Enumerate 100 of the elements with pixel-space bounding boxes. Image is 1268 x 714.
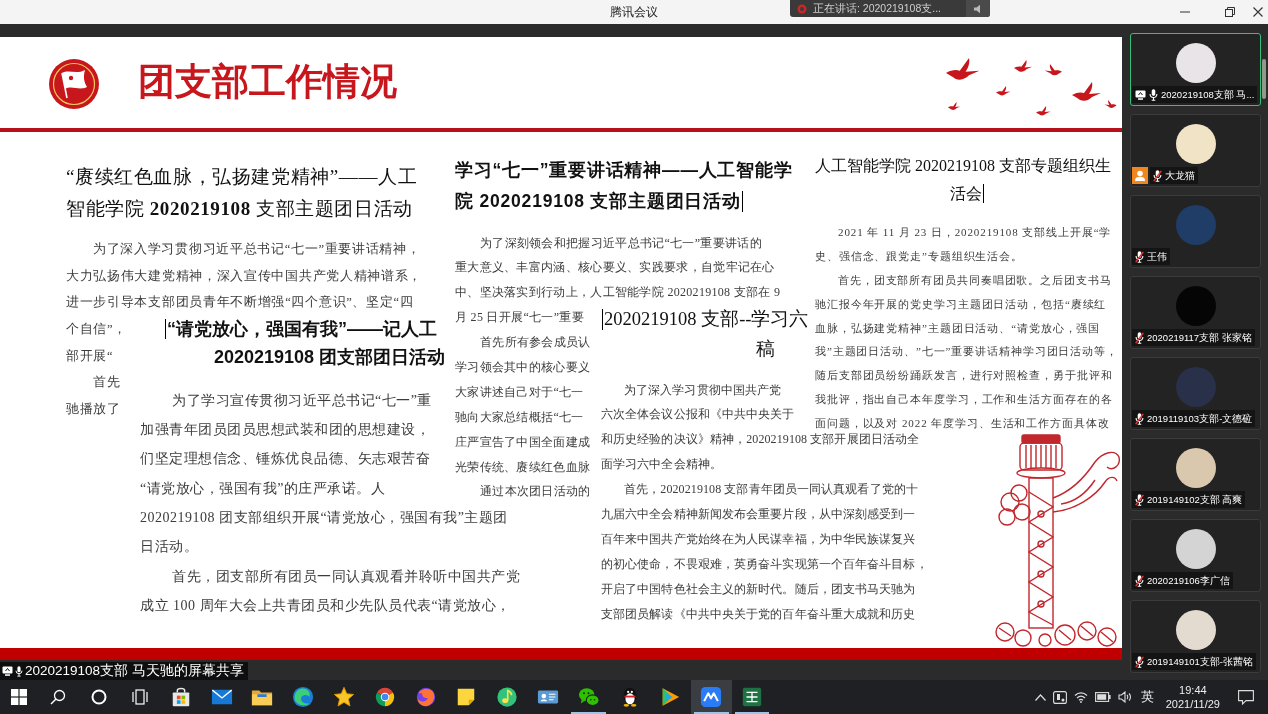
document-text-line: 为了深刻领会和把握习近平总书记“七一”重要讲话的 [480,234,762,251]
speaker-icon[interactable] [1117,691,1132,703]
speaker-button[interactable] [966,0,990,17]
wave-logo-icon[interactable] [292,686,315,708]
document-title-line: 学习“七一”重要讲话精神——人工智能学 [455,159,793,182]
audio-meter-icon [1262,59,1266,99]
document-text-line: 我批评，指出自己本年度学习，工作和生活方面存在的各 [815,392,1113,408]
wifi-icon[interactable] [1073,691,1088,703]
document-text-line: 百年来中国共产党始终在为人民谋幸福，为中华民族谋复兴 [601,530,916,547]
document-title-line: 2020219108 团支部团日活动 [213,346,445,369]
document-text-line: 首先，团支部所有团员一同认真观看并聆听中国共产党 [172,567,520,586]
document-text-line: “请党放心，强国有我”的庄严承诺。人 [140,479,386,498]
speaking-text: 正在讲话: 2020219108支... [813,1,941,16]
mic-icon [15,665,23,677]
chevron-up-icon[interactable] [1034,693,1046,701]
ring-icon[interactable] [91,689,108,705]
slide-title: 团支部工作情况 [138,62,397,103]
clock-button[interactable]: 19:44 2021/11/29 [1161,683,1224,711]
bird-icon [1104,99,1117,108]
participant-name: 王伟 [1147,250,1167,263]
document-text-line: 为了深入学习贯彻习近平总书记“七一”重要讲话精神， [93,241,421,257]
document-text-line: 为了深入学习贯彻中国共产党 [624,381,782,398]
document-text-line: 随后支部团员纷纷踊跃发言，进行对照检查，勇于批评和 [815,368,1113,384]
document-text-line: 面学习六中全会精神。 [601,456,722,473]
window-title: 腾讯会议 [610,3,658,21]
document-text-line: 大力弘扬伟大建党精神，深入宣传中国共产党人精神谱系， [66,267,423,284]
document-text-line: 我”主题团日活动、”七一”重要讲话精神学习团日活动等， [815,344,1118,360]
wheel-logo-icon[interactable] [373,686,396,708]
document-text-line: 们坚定理想信念、锤炼优良品德、矢志艰苦奋 [140,450,430,469]
document-text-line: 血脉，弘扬建党精神”主题团日活动、“请党放心，强国 [815,320,1101,336]
document-text-line: 进一步引导本支部团员青年不断增强“四个意识”、坚定“四 [66,294,414,311]
task-view-icon[interactable] [132,689,148,705]
bird-icon [1014,59,1032,72]
document-title-line: 2020219108 支部--学习六 [604,308,809,331]
document-text-line: 六次全体会议公报和《中共中央关于 [601,406,795,423]
document-title-line: “请党放心，强国有我”——记人工 [167,318,437,341]
document-text-line: 为了学习宣传贯彻习近平总书记“七一”重 [172,391,432,410]
close-icon[interactable] [1253,7,1263,17]
participant-name: 2020219117支部 张家铭 [1147,331,1252,344]
participant-name: 2019149102支部 高爽 [1147,493,1243,506]
tray-app-icon[interactable] [1052,690,1067,704]
battery-icon[interactable] [1094,692,1111,702]
input-method-indicator[interactable]: 英 [1140,688,1154,706]
participant-name: 大龙猫 [1165,169,1195,182]
spreadsheet-icon[interactable] [740,686,763,708]
round-logo-icon[interactable] [414,686,437,708]
star-icon[interactable] [332,686,355,708]
document-text-line: 重大意义、丰富内涵、核心要义、实践要求，自觉牢记在心 [455,259,775,276]
document-text-line: 庄严宣告了中国全面建成 [455,433,591,450]
document-text-line: 学习领会其中的核心要义 [455,358,591,375]
document-text-line: 首先，2020219108 支部青年团员一同认真观看了党的十 [624,481,918,498]
share-indicator-text: 2020219108支部 马天驰的屏幕共享 [25,662,244,680]
document-text-line: 中、坚决落实到行动上，人工智能学院 2020219108 支部在 9 [455,284,781,301]
document-text-line: 驰播放了 [66,401,121,418]
document-text-line: 2021 年 11 月 23 日，2020219108 支部线上开展“学 [838,225,1112,240]
restore-icon[interactable] [1225,7,1235,17]
document-text-line: 首先，团支部所有团员共同奏唱团歌。之后团支书马 [838,272,1112,288]
document-text-line: 首先 [93,374,121,391]
windows-icon[interactable] [11,689,27,705]
document-text-line: 驰汇报今年开展的党史学习主题团日活动，包括“赓续红 [815,296,1107,312]
document-text-line: 部开展“ [66,347,114,364]
document-text-line: 的初心使命，不畏艰难，英勇奋斗实现第一个百年奋斗目标， [601,555,928,572]
participant-name: 2019119103支部-文德砬 [1147,412,1253,425]
document-text-line: 2020219108 团支部组织开展“请党放心，强国有我”主题团 [140,509,508,528]
bird-icon [996,85,1011,95]
bird-icon [1044,63,1062,75]
document-text-line: 九届六中全会精神新闻发布会重要片段，从中深刻感受到一 [601,505,916,522]
chat-bubbles-icon[interactable] [577,686,600,708]
notification-icon[interactable] [1238,689,1254,705]
participant-name: 2019149101支部-张茜铭 [1147,655,1253,668]
music-note-icon[interactable] [496,686,519,708]
ring-logo-icon [797,3,807,14]
document-text-line: 加强青年团员团员思想武装和团的思想建设， [140,420,430,439]
document-title-line: 稿 [755,338,775,361]
bird-icon [946,57,980,80]
document-title-line: 院 2020219108 支部主题团日活动 [455,190,741,213]
document-text-line: 通过本次团日活动的 [480,483,591,500]
document-title-line: “赓续红色血脉，弘扬建党精神”——人工 [66,165,418,189]
document-text-line: 大家讲述自己对于“七一 [455,383,584,400]
participant-name: 2020219106李广信 [1147,574,1230,587]
peaks-logo-icon[interactable] [700,686,723,708]
document-text-line: 和历史经验的决议》精神，2020219108 支部开展团日活动全 [601,431,920,448]
document-title-line: 智能学院 2020219108 支部主题团日活动 [66,197,413,221]
document-text-line: 开启了中国特色社会主义的新时代。随后，团支书马天驰为 [601,580,916,597]
participant-name: 2020219108支部 马... [1161,88,1255,101]
search-icon[interactable] [50,689,67,705]
document-text-line: 个自信”， [66,321,128,338]
document-text-line: 月 25 日开展“七一”重要 [455,309,584,326]
document-text-line: 史、强信念、跟党走”专题组织生活会。 [815,248,1024,264]
bird-icon [1072,81,1101,101]
taskbar-button[interactable] [690,680,732,714]
document-text-line: 光荣传统、赓续红色血脉 [455,458,591,475]
document-text-line: 日活动。 [140,538,198,557]
bird-icon [948,101,961,110]
document-text-line: 驰向大家总结概括“七一 [455,408,584,425]
document-title-line: 人工智能学院 2020219108 支部专题组织生 [815,156,1111,176]
document-title-line: 活会 [950,184,982,204]
document-text-line: 首先所有参会成员认 [480,334,591,351]
document-text-line: 支部团员解读《中共中央关于党的百年奋斗重大成就和历史 [601,605,916,622]
bird-icon [1036,105,1051,115]
